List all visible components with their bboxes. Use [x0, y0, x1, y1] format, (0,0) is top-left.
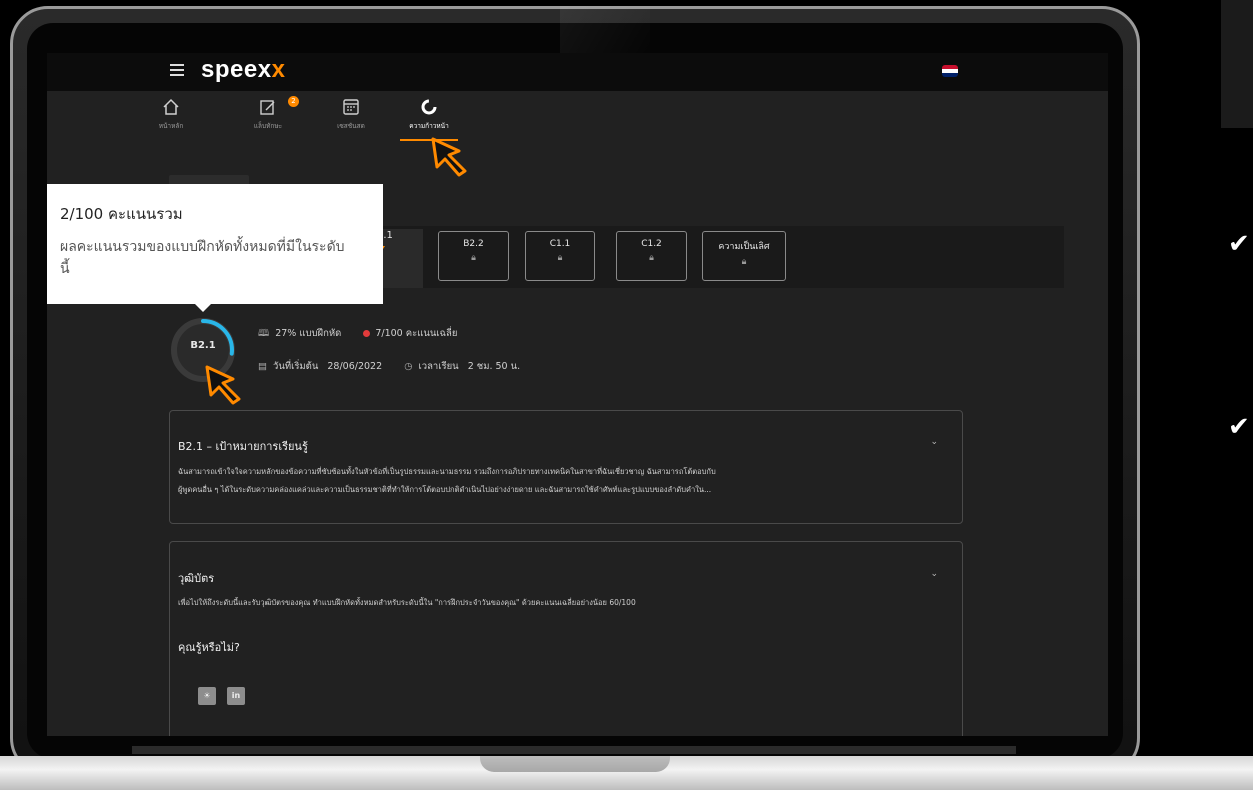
- skills-lab-icon: [260, 100, 275, 115]
- exercise-percent: 27% แบบฝึกหัด: [275, 328, 342, 339]
- nav-home-label: หน้าหลัก: [158, 122, 184, 130]
- cursor-icon: [431, 137, 467, 177]
- did-you-know-heading: คุณรู้หรือไม่?: [178, 641, 240, 654]
- home-icon: [163, 98, 179, 115]
- top-bar: speexx: [47, 53, 1108, 91]
- check-icon: ✔: [1228, 412, 1250, 442]
- calendar-icon: ▤: [258, 361, 267, 372]
- uk-flag-icon[interactable]: [942, 65, 958, 77]
- level-tab-excellence[interactable]: ความเป็นเลิศ 🔒︎: [702, 231, 786, 281]
- level-tab-label: ความเป็นเลิศ: [718, 242, 770, 252]
- check-icon: ✔: [1228, 229, 1250, 259]
- cursor-icon: [205, 365, 241, 405]
- screen-bottom-strip: [132, 746, 1016, 754]
- chevron-down-icon[interactable]: ⌄: [930, 437, 938, 447]
- book-icon: 🕮︎: [258, 328, 270, 339]
- notification-badge: 2: [288, 96, 299, 107]
- tooltip-description: ผลคะแนนรวมของแบบฝึกหัดทั้งหมดที่มีในระดั…: [60, 239, 345, 277]
- lock-icon: 🔒︎: [741, 257, 747, 267]
- score-dot-icon: [363, 330, 371, 337]
- chevron-down-icon[interactable]: ⌄: [930, 569, 938, 579]
- level-tab-label: C1.1: [549, 239, 571, 249]
- lock-icon: 🔒︎: [649, 253, 654, 263]
- level-tab-b22[interactable]: B2.2 🔒︎: [438, 231, 509, 281]
- goals-line-1: ฉันสามารถเข้าใจใจความหลักของข้อความที่ซั…: [178, 467, 716, 476]
- linkedin-icon[interactable]: in: [227, 687, 245, 705]
- average-score: 7/100 คะแนนเฉลี่ย: [375, 328, 458, 339]
- level-tab-label: C1.2: [641, 239, 662, 249]
- menu-icon[interactable]: [170, 64, 184, 76]
- live-session-icon: [343, 99, 359, 115]
- nav-home[interactable]: หน้าหลัก: [141, 97, 201, 131]
- brand-logo[interactable]: speexx: [201, 56, 285, 84]
- tooltip-title: 2/100 คะแนนรวม: [60, 205, 183, 223]
- study-time: 2 ชม. 50 น.: [467, 361, 521, 372]
- level-tab-label: B2.2: [463, 239, 484, 249]
- date-stats: ▤ วันที่เริ่มต้น 28/06/2022 ◷ เวลาเรียน 2 …: [258, 359, 520, 374]
- laptop-notch: [480, 756, 670, 772]
- nav-live-session-label: เซสชันสด: [337, 122, 365, 130]
- progress-icon: [421, 99, 437, 115]
- share-icon[interactable]: ☀: [198, 687, 216, 705]
- goals-line-2: ผู้พูดคนอื่น ๆ ได้ในระดับความคล่องแคล่วแ…: [178, 485, 712, 494]
- nav-progress-label: ความก้าวหน้า: [409, 122, 449, 130]
- certificate-card[interactable]: วุฒิบัตร ⌄ เพื่อไปให้ถึงระดับนี้และรับวุ…: [169, 541, 963, 736]
- card-title: วุฒิบัตร: [178, 572, 215, 585]
- start-date-label: วันที่เริ่มต้น: [272, 361, 319, 372]
- card-title: B2.1 – เป้าหมายการเรียนรู้: [178, 440, 308, 453]
- start-date: 28/06/2022: [327, 361, 383, 372]
- level-tab-c11[interactable]: C1.1 🔒︎: [525, 231, 595, 281]
- learning-goals-card[interactable]: B2.1 – เป้าหมายการเรียนรู้ ⌄ ฉันสามารถเข…: [169, 410, 963, 524]
- study-time-label: เวลาเรียน: [418, 361, 459, 372]
- ring-level-label: B2.1: [190, 340, 216, 351]
- lock-icon: 🔒︎: [471, 253, 476, 263]
- app-screen: speexx หน้าหลัก แล็บทักษะ 2 เซสชันสด ควา…: [47, 53, 1108, 736]
- nav-skills-lab-label: แล็บทักษะ: [253, 122, 283, 130]
- nav-live-session[interactable]: เซสชันสด: [321, 97, 381, 131]
- score-tooltip: 2/100 คะแนนรวม ผลคะแนนรวมของแบบฝึกหัดทั้…: [47, 184, 383, 304]
- side-panel: [1221, 0, 1253, 128]
- progress-stats: 🕮︎ 27% แบบฝึกหัด 7/100 คะแนนเฉลี่ย: [258, 326, 457, 342]
- clock-icon: ◷: [404, 361, 413, 372]
- tooltip-arrow: [195, 304, 211, 312]
- lock-icon: 🔒︎: [557, 253, 563, 263]
- certificate-text: เพื่อไปให้ถึงระดับนี้และรับวุฒิบัตรของคุ…: [178, 598, 636, 607]
- nav-progress[interactable]: ความก้าวหน้า: [399, 97, 459, 131]
- level-tab-c12[interactable]: C1.2 🔒︎: [616, 231, 687, 281]
